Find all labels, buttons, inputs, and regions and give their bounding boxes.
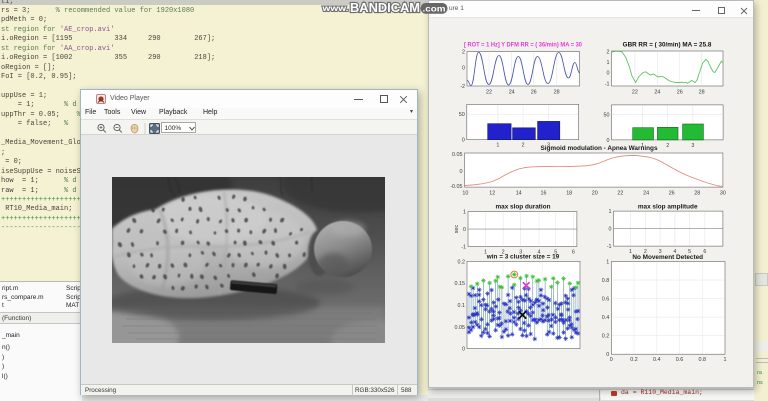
svg-text:-1: -1: [605, 81, 610, 87]
svg-text:12: 12: [489, 190, 495, 196]
svg-text:6: 6: [703, 249, 706, 255]
svg-text:0: 0: [462, 347, 465, 353]
svg-text:0: 0: [607, 71, 610, 77]
svg-text:0.05: 0.05: [455, 325, 466, 331]
svg-text:2: 2: [607, 50, 610, 56]
svg-text:28: 28: [699, 90, 705, 96]
svg-text:0: 0: [462, 66, 465, 72]
svg-text:-1: -1: [461, 245, 466, 251]
svg-text:26: 26: [677, 90, 683, 96]
svg-text:sec: sec: [454, 225, 460, 234]
svg-text:0.2: 0.2: [602, 334, 610, 340]
svg-text:-2: -2: [460, 84, 465, 90]
svg-text:2: 2: [666, 143, 669, 149]
svg-text:28: 28: [554, 90, 560, 96]
svg-text:1: 1: [609, 209, 612, 215]
svg-text:28: 28: [694, 190, 700, 196]
svg-text:0.8: 0.8: [602, 278, 610, 284]
svg-text:-1: -1: [607, 244, 612, 250]
svg-text:0.2: 0.2: [458, 259, 466, 265]
svg-text:6: 6: [572, 250, 575, 256]
svg-text:30: 30: [720, 190, 726, 196]
svg-text:win = 3 cluster size = 19: win = 3 cluster size = 19: [486, 253, 560, 260]
svg-text:1: 1: [607, 60, 610, 66]
svg-text:18: 18: [566, 190, 572, 196]
svg-text:[ ROT = 1 Hz] Y DFM RR = ( 36: [ ROT = 1 Hz] Y DFM RR = ( 36/min) MA = …: [464, 42, 583, 49]
svg-text:16: 16: [541, 190, 547, 196]
svg-text:14: 14: [516, 190, 522, 196]
svg-text:0: 0: [463, 227, 466, 233]
svg-text:24: 24: [643, 190, 649, 196]
svg-text:-0.05: -0.05: [450, 184, 462, 190]
svg-text:Sigmoid modulation - Apnea War: Sigmoid modulation - Apnea Warnings: [540, 145, 657, 152]
svg-text:max slop amplitude: max slop amplitude: [638, 204, 698, 211]
svg-text:0.4: 0.4: [602, 315, 610, 321]
svg-text:0: 0: [460, 169, 463, 175]
svg-text:10: 10: [462, 190, 468, 196]
svg-text:24: 24: [509, 90, 515, 96]
svg-text:0: 0: [610, 357, 613, 363]
svg-text:50: 50: [459, 112, 465, 118]
svg-text:0: 0: [462, 138, 465, 144]
svg-text:max slop duration: max slop duration: [495, 204, 550, 211]
svg-text:50: 50: [604, 113, 610, 119]
svg-text:0.8: 0.8: [699, 357, 707, 363]
svg-text:22: 22: [632, 90, 638, 96]
svg-text:0.1: 0.1: [458, 303, 466, 309]
svg-text:.com: .com: [423, 4, 446, 13]
svg-text:26: 26: [531, 90, 537, 96]
svg-text:GBR RR = ( 30/min) MA = 25.8: GBR RR = ( 30/min) MA = 25.8: [623, 42, 712, 49]
svg-text:BANDICAM: BANDICAM: [350, 1, 420, 15]
svg-text:20: 20: [592, 190, 598, 196]
svg-text:0.6: 0.6: [602, 297, 610, 303]
svg-text:22: 22: [486, 90, 492, 96]
svg-text:1: 1: [606, 260, 609, 266]
svg-text:0.05: 0.05: [452, 152, 463, 158]
svg-text:0.15: 0.15: [455, 281, 466, 287]
svg-text:0.6: 0.6: [676, 357, 684, 363]
svg-text:3: 3: [691, 143, 694, 149]
svg-text:2: 2: [462, 50, 465, 56]
svg-text:2: 2: [522, 143, 525, 149]
svg-text:1: 1: [724, 357, 727, 363]
svg-text:0.2: 0.2: [630, 357, 638, 363]
svg-text:1: 1: [496, 143, 499, 149]
svg-text:0: 0: [609, 227, 612, 233]
svg-text:24: 24: [654, 90, 660, 96]
svg-text:22: 22: [617, 190, 623, 196]
svg-text:1: 1: [463, 210, 466, 216]
svg-text:26: 26: [669, 190, 675, 196]
svg-text:No Movement Detected: No Movement Detected: [632, 254, 703, 261]
svg-text:0.4: 0.4: [653, 357, 661, 363]
svg-text:0: 0: [607, 138, 610, 144]
svg-text:www.: www.: [321, 3, 348, 13]
